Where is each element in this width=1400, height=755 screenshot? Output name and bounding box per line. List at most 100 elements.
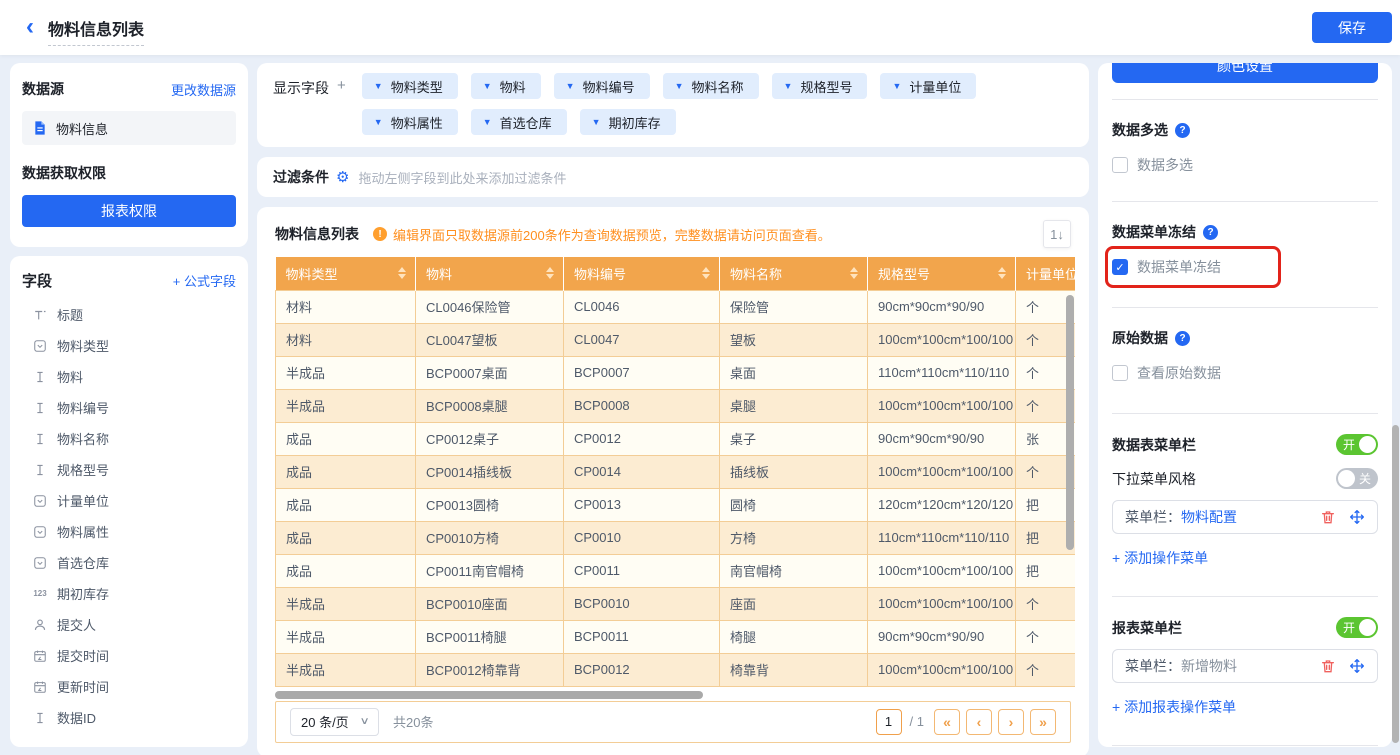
column-header[interactable]: 物料 <box>415 257 564 290</box>
display-fields-label: 显示字段 <box>273 80 329 96</box>
date-type-icon <box>32 648 48 664</box>
field-item[interactable]: 规格型号 <box>22 454 236 485</box>
field-item[interactable]: 数据ID <box>22 702 236 733</box>
display-field-chip[interactable]: ▼ 物料编号 <box>553 73 650 99</box>
table-menu-item[interactable]: 菜单栏： 物料配置 <box>1112 500 1378 534</box>
window-scrollbar[interactable] <box>1392 425 1399 743</box>
table-row[interactable]: 成品 CP0013圆椅 CP0013 圆椅 120cm*120cm*120/120 把 <box>275 487 1075 522</box>
table-row[interactable]: 半成品 BCP0012椅靠背 BCP0012 椅靠背 100cm*100cm*100/1… <box>275 652 1075 687</box>
menu-freeze-title: 数据菜单冻结 <box>1112 224 1196 240</box>
field-item[interactable]: 物料 <box>22 361 236 392</box>
report-menu-toggle[interactable]: 开 <box>1336 617 1378 638</box>
field-item[interactable]: 标题 <box>22 299 236 330</box>
menu-item-value[interactable]: 新增物料 <box>1181 656 1237 676</box>
left-sidebar: 数据源 更改数据源 物料信息 数据获取权限 报表权限 字段 + 公式字段 标题物… <box>10 63 248 747</box>
select-type-icon <box>32 524 48 540</box>
table-cell: 100cm*100cm*100/100 <box>867 553 1016 588</box>
pagination-first-button[interactable]: « <box>934 708 960 735</box>
field-item[interactable]: 首选仓库 <box>22 547 236 578</box>
back-icon[interactable]: ‹ <box>26 14 34 39</box>
field-item[interactable]: 计量单位 <box>22 485 236 516</box>
table-cell: 桌面 <box>719 355 868 390</box>
sort-arrows-icon[interactable] <box>850 267 858 280</box>
pagination-next-button[interactable]: › <box>998 708 1024 735</box>
field-item[interactable]: 提交人 <box>22 609 236 640</box>
sort-arrows-icon[interactable] <box>546 267 554 280</box>
filter-card[interactable]: 过滤条件 ⚙ 拖动左侧字段到此处来添加过滤条件 <box>257 157 1089 197</box>
table-row[interactable]: 半成品 BCP0007桌面 BCP0007 桌面 110cm*110cm*110/110… <box>275 355 1075 390</box>
table-cell: 半成品 <box>275 355 416 390</box>
table-row[interactable]: 材料 CL0046保险管 CL0046 保险管 90cm*90cm*90/90 个 <box>275 289 1075 324</box>
field-item[interactable]: 物料编号 <box>22 392 236 423</box>
page-size-select[interactable]: 20 条/页 ∨ <box>290 707 380 736</box>
display-field-chip[interactable]: ▼ 物料名称 <box>662 73 759 99</box>
table-row[interactable]: 材料 CL0047望板 CL0047 望板 100cm*100cm*100/100 个 <box>275 322 1075 357</box>
multi-select-checkbox[interactable] <box>1112 157 1128 173</box>
field-item[interactable]: 123 期初库存 <box>22 578 236 609</box>
table-row[interactable]: 成品 CP0012桌子 CP0012 桌子 90cm*90cm*90/90 张 <box>275 421 1075 456</box>
help-icon[interactable]: ? <box>1175 122 1190 138</box>
pagination-prev-button[interactable]: ‹ <box>966 708 992 735</box>
add-formula-field-link[interactable]: + 公式字段 <box>173 271 236 290</box>
display-field-chip[interactable]: ▼ 计量单位 <box>880 73 977 99</box>
column-header[interactable]: 物料编号 <box>563 257 720 290</box>
field-item[interactable]: 物料名称 <box>22 423 236 454</box>
pagination-last-button[interactable]: » <box>1030 708 1056 735</box>
field-item[interactable]: 更新时间 <box>22 671 236 702</box>
table-row[interactable]: 半成品 BCP0011椅腿 BCP0011 椅腿 90cm*90cm*90/90 个 <box>275 619 1075 654</box>
field-item[interactable]: 提交时间 <box>22 640 236 671</box>
display-field-chip[interactable]: ▼ 物料属性 <box>361 109 458 135</box>
sort-arrows-icon[interactable] <box>398 267 406 280</box>
raw-data-checkbox[interactable] <box>1112 365 1128 381</box>
move-icon[interactable] <box>1349 509 1365 525</box>
sort-order-button[interactable]: 1↓ <box>1043 220 1071 248</box>
menu-freeze-checkbox[interactable]: ✓ <box>1112 259 1128 275</box>
save-button[interactable]: 保存 <box>1312 12 1392 43</box>
color-settings-button[interactable]: 颜色设置 <box>1112 63 1378 83</box>
field-label: 期初库存 <box>57 587 110 602</box>
table-menu-toggle[interactable]: 开 <box>1336 434 1378 455</box>
table-row[interactable]: 半成品 BCP0008桌腿 BCP0008 桌腿 100cm*100cm*100/100… <box>275 388 1075 423</box>
table-row[interactable]: 成品 CP0014插线板 CP0014 插线板 100cm*100cm*100/100 个 <box>275 454 1075 489</box>
trash-icon[interactable] <box>1320 509 1336 525</box>
sort-arrows-icon[interactable] <box>702 267 710 280</box>
display-field-chip[interactable]: ▼ 首选仓库 <box>470 109 567 135</box>
datasource-item[interactable]: 物料信息 <box>22 111 236 145</box>
add-report-menu-link[interactable]: + 添加报表操作菜单 <box>1112 697 1236 717</box>
report-menu-item[interactable]: 菜单栏： 新增物料 <box>1112 649 1378 683</box>
table-row[interactable]: 半成品 BCP0010座面 BCP0010 座面 100cm*100cm*100/100… <box>275 586 1075 621</box>
column-header[interactable]: 物料类型 <box>275 257 416 290</box>
fields-panel: 字段 + 公式字段 标题 物料类型 物料 物料编号 物料名称 规格型号 计量单位 物料属性 首选… <box>10 256 248 747</box>
trash-icon[interactable] <box>1320 658 1336 674</box>
table-row[interactable]: 成品 CP0010方椅 CP0010 方椅 110cm*110cm*110/110 把 <box>275 520 1075 555</box>
display-field-chip[interactable]: ▼ 规格型号 <box>771 73 868 99</box>
table-horizontal-scrollbar[interactable] <box>275 690 703 699</box>
field-item[interactable]: 物料属性 <box>22 516 236 547</box>
field-item[interactable]: 物料类型 <box>22 330 236 361</box>
display-field-chip[interactable]: ▼ 物料 <box>470 73 541 99</box>
display-field-chip[interactable]: ▼ 物料类型 <box>361 73 458 99</box>
add-action-menu-link[interactable]: + 添加操作菜单 <box>1112 548 1208 568</box>
report-permission-button[interactable]: 报表权限 <box>22 195 236 227</box>
column-header[interactable]: 计量单位 <box>1015 257 1075 290</box>
table-cell: BCP0008 <box>563 388 720 423</box>
column-header[interactable]: 规格型号 <box>867 257 1016 290</box>
dropdown-style-toggle[interactable]: 关 <box>1336 468 1378 489</box>
table-row[interactable]: 成品 CP0011南官帽椅 CP0011 南官帽椅 100cm*100cm*100/10… <box>275 553 1075 588</box>
help-icon[interactable]: ? <box>1203 224 1218 240</box>
add-display-field-icon[interactable]: + <box>329 73 346 135</box>
sort-arrows-icon[interactable] <box>998 267 1006 280</box>
help-icon[interactable]: ? <box>1175 330 1190 346</box>
display-field-chip[interactable]: ▼ 期初库存 <box>579 109 676 135</box>
column-header-label: 计量单位 <box>1026 266 1075 282</box>
title-type-icon <box>32 307 48 323</box>
column-header[interactable]: 物料名称 <box>719 257 868 290</box>
move-icon[interactable] <box>1349 658 1365 674</box>
change-datasource-link[interactable]: 更改数据源 <box>171 80 236 99</box>
page-input[interactable]: 1 <box>875 708 902 735</box>
gear-icon[interactable]: ⚙ <box>336 170 349 185</box>
table-cell: 100cm*100cm*100/100 <box>867 388 1016 423</box>
menu-item-value[interactable]: 物料配置 <box>1181 507 1237 527</box>
table-vertical-scrollbar[interactable] <box>1066 295 1074 550</box>
divider <box>1112 413 1378 414</box>
